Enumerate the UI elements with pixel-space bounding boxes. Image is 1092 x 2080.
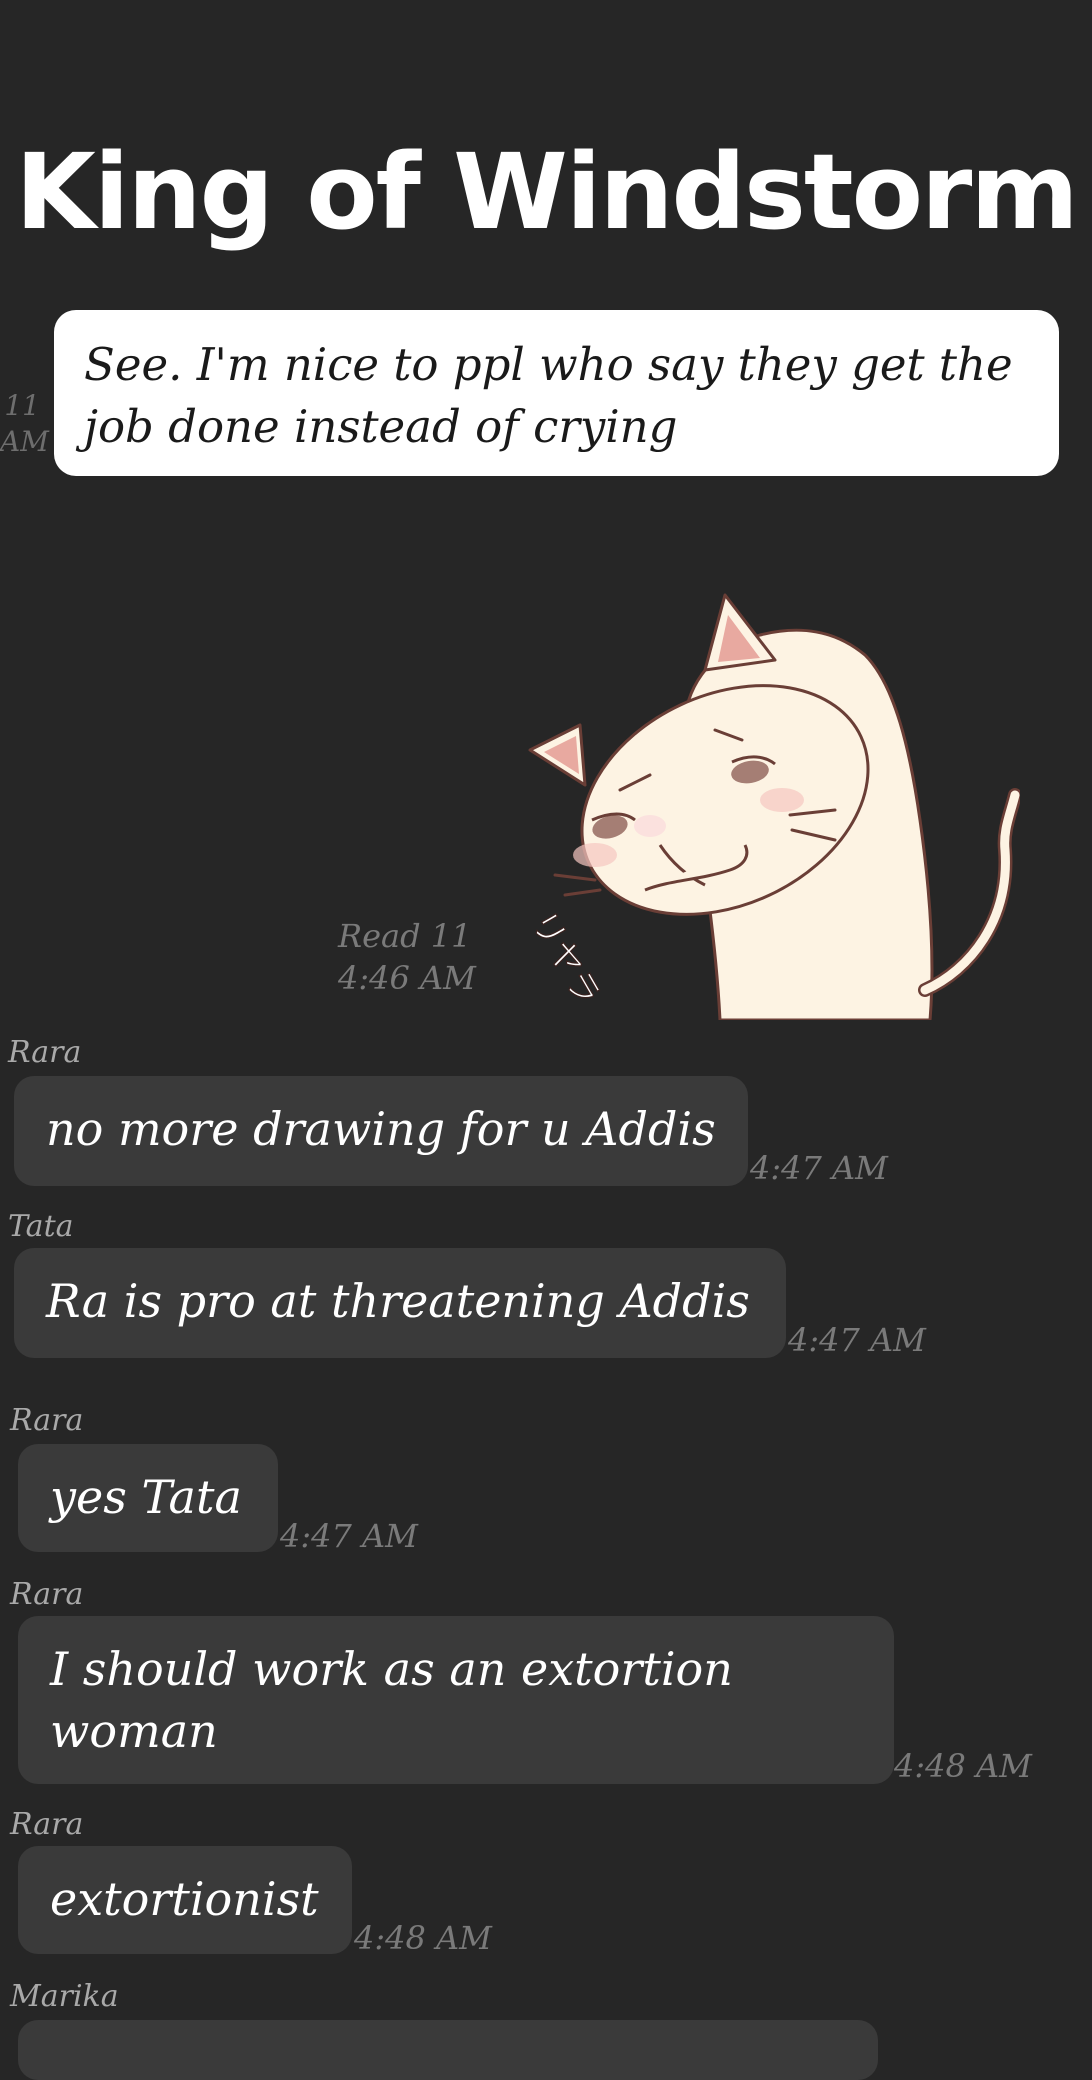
- message-sender: Rara: [8, 1035, 82, 1070]
- message-time: 4:47 AM: [750, 1149, 888, 1187]
- incoming-message-bubble[interactable]: [18, 2020, 878, 2080]
- message-text: extortionist: [50, 1872, 319, 1926]
- message-text: I should work as an extortion woman: [50, 1642, 733, 1758]
- sticker-read-receipt: Read 11 4:46 AM: [338, 915, 476, 999]
- outgoing-message-bubble[interactable]: See. I'm nice to ppl who say they get th…: [54, 310, 1059, 476]
- cat-sticker-icon: リヤラ: [522, 593, 1022, 1022]
- read-receipt-count: 11: [4, 389, 40, 422]
- incoming-message-bubble[interactable]: extortionist: [18, 1846, 352, 1954]
- message-sender: Rara: [10, 1403, 84, 1438]
- cat-sticker[interactable]: リヤラ: [500, 590, 1022, 1022]
- read-receipt-edge: 11 AM: [0, 388, 49, 460]
- message-text: no more drawing for u Addis: [46, 1102, 716, 1156]
- sticker-read-label: Read 11: [338, 917, 472, 955]
- message-text: Ra is pro at threatening Addis: [46, 1274, 750, 1328]
- message-sender: Tata: [8, 1209, 74, 1244]
- incoming-message-bubble[interactable]: I should work as an extortion woman: [18, 1616, 894, 1784]
- message-time: 4:47 AM: [280, 1517, 418, 1555]
- chat-title: King of Windstorm: [15, 131, 1078, 253]
- message-sender: Rara: [10, 1807, 84, 1842]
- incoming-message-bubble[interactable]: no more drawing for u Addis: [14, 1076, 748, 1186]
- message-time: 4:48 AM: [894, 1747, 1032, 1785]
- message-sender: Marika: [10, 1979, 119, 2014]
- message-sender: Rara: [10, 1577, 84, 1612]
- read-receipt-ampm: AM: [0, 425, 49, 458]
- incoming-message-bubble[interactable]: yes Tata: [18, 1444, 278, 1552]
- message-time: 4:48 AM: [354, 1919, 492, 1957]
- outgoing-message-text: See. I'm nice to ppl who say they get th…: [84, 338, 1013, 453]
- sticker-read-time: 4:46 AM: [338, 959, 476, 997]
- incoming-message-bubble[interactable]: Ra is pro at threatening Addis: [14, 1248, 786, 1358]
- message-text: yes Tata: [50, 1470, 242, 1524]
- sticker-caption: リヤラ: [522, 905, 608, 1013]
- message-time: 4:47 AM: [788, 1321, 926, 1359]
